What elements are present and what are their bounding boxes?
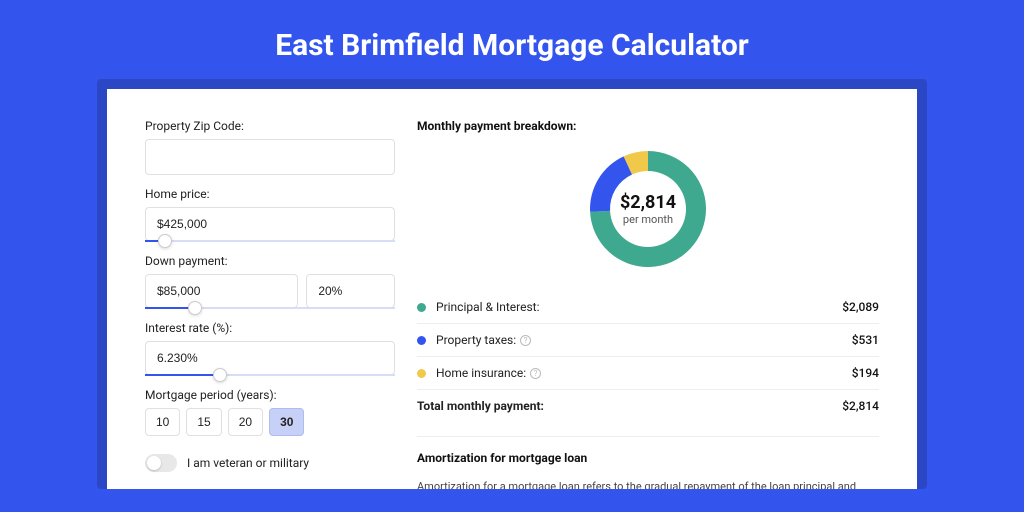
- page-title: East Brimfield Mortgage Calculator: [0, 0, 1024, 79]
- period-btn-30[interactable]: 30: [269, 408, 304, 436]
- zip-field: Property Zip Code:: [145, 119, 395, 175]
- donut-chart: $2,814 per month: [417, 147, 879, 271]
- home-price-label: Home price:: [145, 187, 395, 201]
- legend-row: Property taxes:?$531: [417, 324, 879, 357]
- amortization-section: Amortization for mortgage loan Amortizat…: [417, 436, 879, 489]
- total-value: $2,814: [823, 399, 879, 413]
- down-payment-slider[interactable]: [145, 307, 395, 309]
- total-label: Total monthly payment:: [417, 399, 823, 413]
- legend-label: Home insurance:?: [436, 366, 823, 380]
- donut-center: $2,814 per month: [620, 192, 676, 226]
- veteran-label: I am veteran or military: [187, 456, 309, 470]
- legend-value: $531: [823, 333, 879, 347]
- legend-label: Principal & Interest:: [436, 300, 823, 314]
- legend-label: Property taxes:?: [436, 333, 823, 347]
- period-btn-10[interactable]: 10: [145, 408, 180, 436]
- interest-label: Interest rate (%):: [145, 321, 395, 335]
- period-btn-20[interactable]: 20: [228, 408, 263, 436]
- home-price-field: Home price:: [145, 187, 395, 242]
- interest-field: Interest rate (%):: [145, 321, 395, 376]
- calculator-panel: Property Zip Code: Home price: Down paym…: [107, 89, 917, 489]
- donut-sub: per month: [620, 213, 676, 226]
- amortization-heading: Amortization for mortgage loan: [417, 451, 879, 465]
- period-field: Mortgage period (years): 10152030: [145, 388, 395, 436]
- calculator-shadow: Property Zip Code: Home price: Down paym…: [97, 79, 927, 489]
- home-price-input[interactable]: [145, 207, 395, 241]
- donut-amount: $2,814: [620, 192, 676, 213]
- legend-dot-icon: [417, 369, 426, 378]
- amortization-text: Amortization for a mortgage loan refers …: [417, 479, 879, 489]
- legend-dot-icon: [417, 303, 426, 312]
- legend-row: Principal & Interest:$2,089: [417, 291, 879, 324]
- legend: Principal & Interest:$2,089Property taxe…: [417, 291, 879, 390]
- down-payment-label: Down payment:: [145, 254, 395, 268]
- zip-input[interactable]: [145, 139, 395, 175]
- home-price-slider[interactable]: [145, 240, 395, 242]
- period-btn-15[interactable]: 15: [186, 408, 221, 436]
- info-icon[interactable]: ?: [520, 335, 531, 346]
- down-payment-pct-input[interactable]: [306, 274, 395, 308]
- down-payment-input[interactable]: [145, 274, 298, 308]
- period-options: 10152030: [145, 408, 395, 436]
- down-payment-slider-thumb[interactable]: [188, 301, 202, 315]
- legend-value: $2,089: [823, 300, 879, 314]
- period-label: Mortgage period (years):: [145, 388, 395, 402]
- info-icon[interactable]: ?: [530, 368, 541, 379]
- toggle-knob: [147, 456, 161, 470]
- legend-value: $194: [823, 366, 879, 380]
- legend-row: Home insurance:?$194: [417, 357, 879, 390]
- home-price-slider-thumb[interactable]: [158, 234, 172, 248]
- veteran-toggle[interactable]: [145, 454, 177, 472]
- down-payment-field: Down payment:: [145, 254, 395, 309]
- veteran-row: I am veteran or military: [145, 454, 395, 472]
- zip-label: Property Zip Code:: [145, 119, 395, 133]
- total-row: Total monthly payment: $2,814: [417, 390, 879, 422]
- legend-dot-icon: [417, 336, 426, 345]
- breakdown-heading: Monthly payment breakdown:: [417, 119, 879, 133]
- breakdown-column: Monthly payment breakdown: $2,814 per mo…: [417, 119, 879, 489]
- interest-slider[interactable]: [145, 374, 395, 376]
- interest-slider-thumb[interactable]: [213, 368, 227, 382]
- interest-input[interactable]: [145, 341, 395, 375]
- inputs-column: Property Zip Code: Home price: Down paym…: [145, 119, 395, 489]
